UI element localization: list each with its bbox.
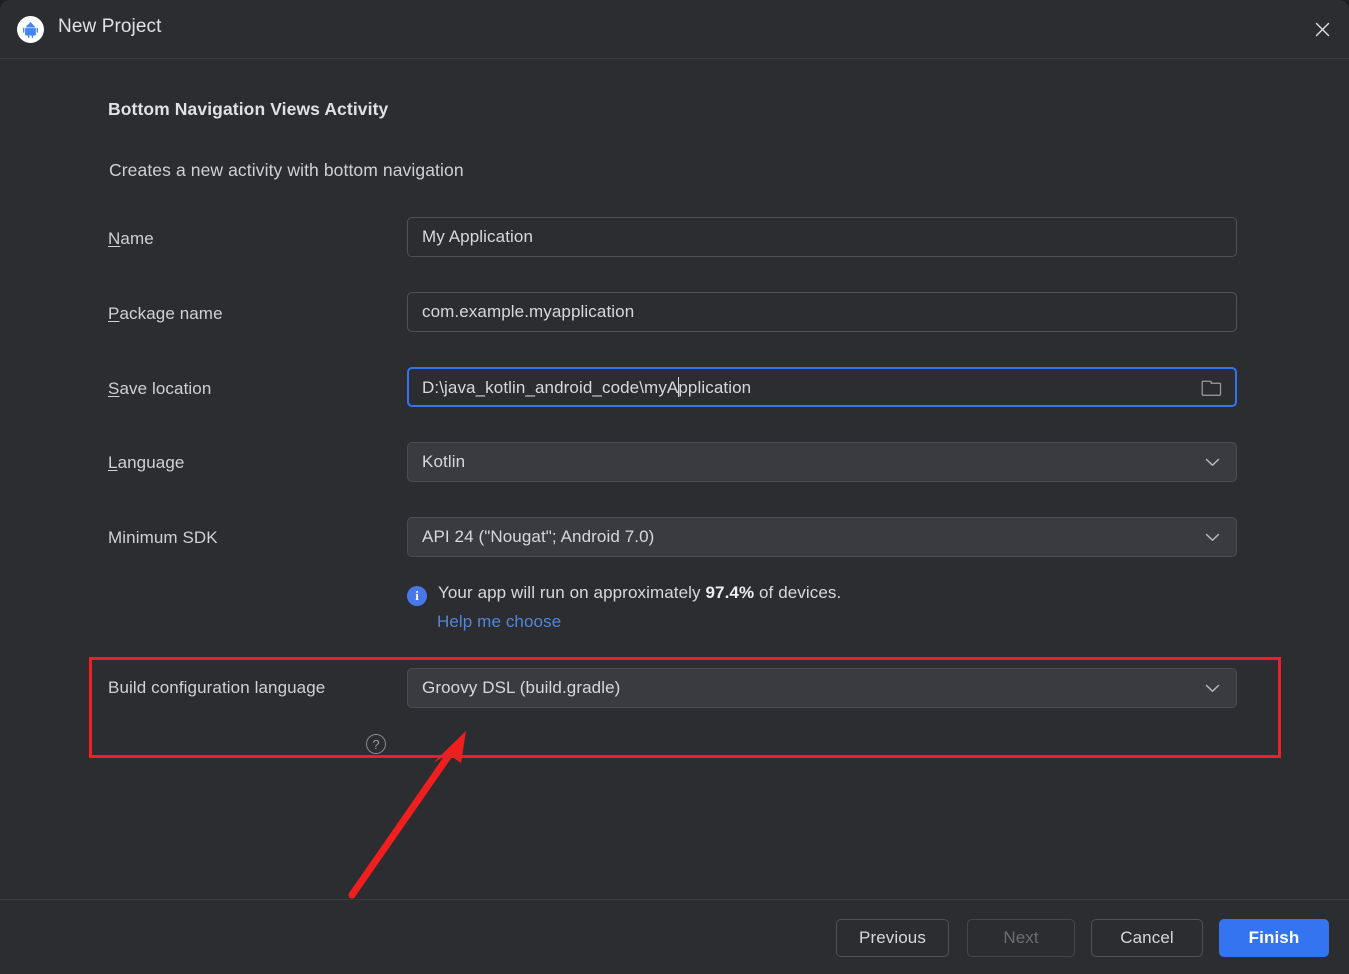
minimum-sdk-dropdown[interactable]: API 24 ("Nougat"; Android 7.0) bbox=[407, 517, 1237, 557]
dialog-body: Bottom Navigation Views Activity Creates… bbox=[0, 59, 1349, 899]
page-title: Bottom Navigation Views Activity bbox=[108, 99, 389, 119]
question-mark-icon[interactable]: ? bbox=[366, 734, 386, 754]
build-configuration-language-label: Build configuration language bbox=[108, 678, 326, 697]
language-label: Language bbox=[108, 453, 185, 472]
new-project-dialog: New Project Bottom Navigation Views Acti… bbox=[0, 0, 1349, 974]
sdk-coverage-info: i Your app will run on approximately 97.… bbox=[407, 583, 841, 606]
package-name-input-value: com.example.myapplication bbox=[422, 302, 635, 321]
dialog-footer: Previous Next Cancel Finish bbox=[0, 899, 1349, 974]
package-name-input[interactable]: com.example.myapplication bbox=[407, 292, 1237, 332]
sdk-coverage-text: Your app will run on approximately 97.4%… bbox=[438, 583, 842, 602]
save-location-label: Save location bbox=[108, 379, 212, 398]
next-button: Next bbox=[967, 919, 1075, 957]
chevron-down-icon bbox=[1205, 684, 1220, 693]
minimum-sdk-dropdown-value: API 24 ("Nougat"; Android 7.0) bbox=[422, 527, 655, 546]
previous-button[interactable]: Previous bbox=[836, 919, 949, 957]
sdk-coverage-percentage: 97.4% bbox=[705, 583, 755, 602]
help-me-choose-link[interactable]: Help me choose bbox=[437, 612, 561, 632]
language-dropdown[interactable]: Kotlin bbox=[407, 442, 1237, 482]
folder-icon[interactable] bbox=[1201, 378, 1222, 397]
package-name-label: Package name bbox=[108, 304, 223, 323]
language-dropdown-value: Kotlin bbox=[422, 452, 466, 471]
close-icon[interactable] bbox=[1295, 0, 1349, 58]
dialog-titlebar: New Project bbox=[0, 0, 1349, 59]
page-description: Creates a new activity with bottom navig… bbox=[109, 160, 464, 180]
name-input[interactable]: My Application bbox=[407, 217, 1237, 257]
name-label: Name bbox=[108, 229, 154, 248]
info-icon: i bbox=[407, 586, 427, 606]
save-location-input[interactable]: D:\java_kotlin_android_code\myApplicatio… bbox=[407, 367, 1237, 407]
build-configuration-language-value: Groovy DSL (build.gradle) bbox=[422, 678, 621, 697]
dialog-title: New Project bbox=[58, 16, 162, 37]
minimum-sdk-label: Minimum SDK bbox=[108, 528, 218, 547]
name-input-value: My Application bbox=[422, 227, 534, 246]
save-location-input-value: D:\java_kotlin_android_code\myApplicatio… bbox=[422, 376, 752, 397]
android-studio-icon bbox=[17, 16, 44, 43]
build-configuration-language-dropdown[interactable]: Groovy DSL (build.gradle) bbox=[407, 668, 1237, 708]
cancel-button[interactable]: Cancel bbox=[1091, 919, 1203, 957]
chevron-down-icon bbox=[1205, 458, 1220, 467]
chevron-down-icon bbox=[1205, 533, 1220, 542]
finish-button[interactable]: Finish bbox=[1219, 919, 1329, 957]
